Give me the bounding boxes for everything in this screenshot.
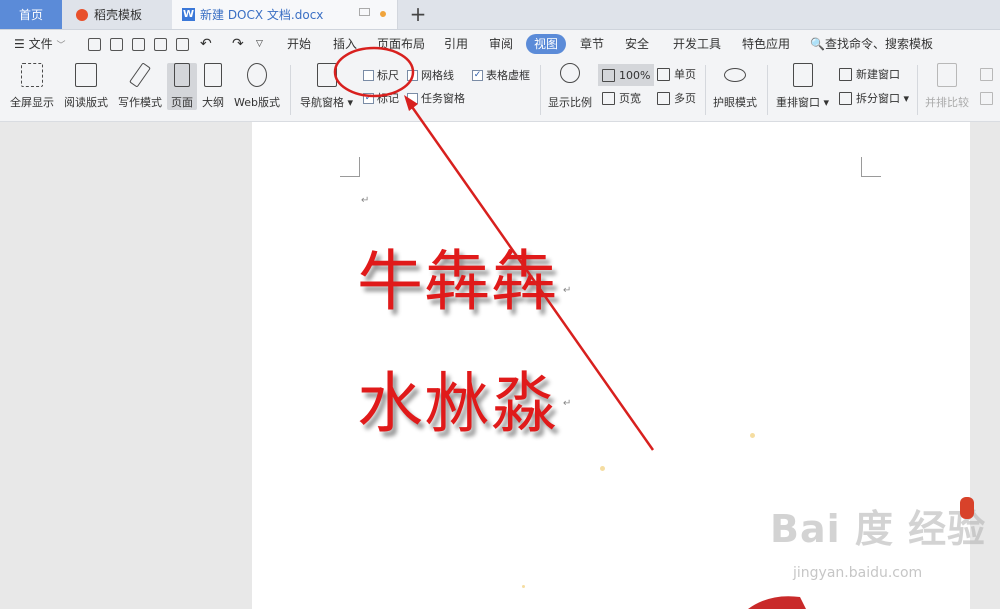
annotation-arrow-line	[408, 103, 655, 451]
annotation-arrowhead	[404, 95, 418, 111]
watermark-url: jingyan.baidu.com	[793, 565, 923, 581]
baidu-jingyan-watermark: Bai 度 经验	[770, 507, 987, 551]
annotation-ellipse	[333, 46, 415, 98]
red-swoosh-decoration	[748, 596, 806, 609]
lantern-icon	[960, 497, 974, 519]
